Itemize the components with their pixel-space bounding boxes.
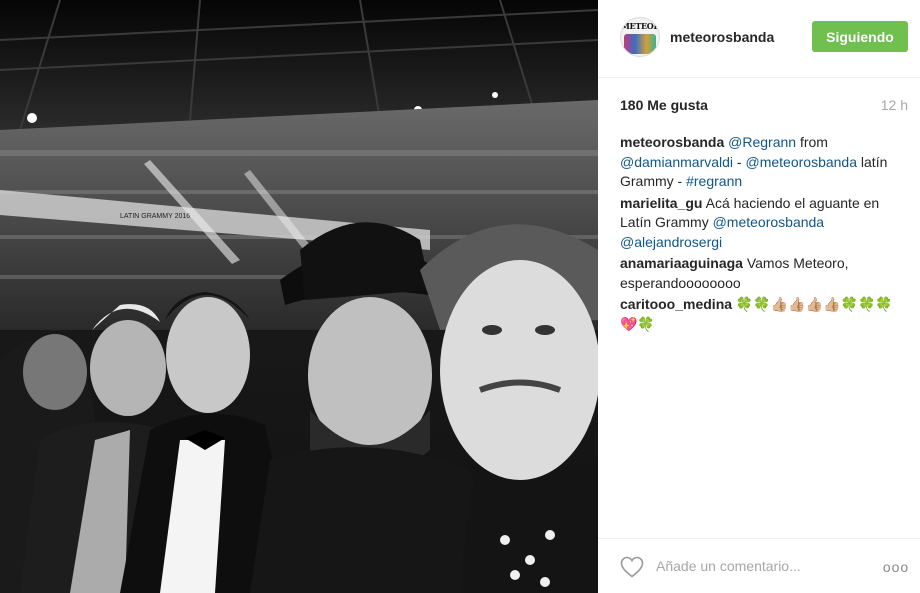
comment-username[interactable]: marielita_gu — [620, 195, 702, 211]
post-timestamp[interactable]: 12 h — [881, 97, 908, 113]
more-options-icon[interactable]: ooo — [882, 555, 910, 579]
post-header: METEORO meteorosbanda Siguiendo — [598, 0, 920, 78]
follow-button[interactable]: Siguiendo — [812, 21, 908, 52]
comment-mention-link[interactable]: @meteorosbanda — [746, 154, 858, 170]
comment-item: caritooo_medina 🍀🍀👍🏼👍🏼👍🏼👍🏼🍀🍀🍀💖🍀 — [620, 295, 910, 334]
banner-text: LATIN GRAMMY 2016 — [120, 213, 190, 220]
comment-mention-link[interactable]: @alejandrosergi — [620, 234, 722, 250]
comment-mention-link[interactable]: @meteorosbanda — [713, 214, 825, 230]
comment-mention-link[interactable]: @Regrann — [728, 134, 796, 150]
comment-item: anamariaaguinaga Vamos Meteoro, esperand… — [620, 254, 910, 293]
comment-username[interactable]: anamariaaguinaga — [620, 255, 743, 271]
likes-count[interactable]: 180 Me gusta — [620, 97, 708, 113]
post-side-panel: METEORO meteorosbanda Siguiendo 180 Me g… — [598, 0, 920, 593]
comment-item: meteorosbanda @Regrann from @damianmarva… — [620, 133, 910, 192]
comments-list: meteorosbanda @Regrann from @damianmarva… — [620, 133, 910, 336]
comment-username[interactable]: meteorosbanda — [620, 134, 724, 150]
post-username[interactable]: meteorosbanda — [670, 29, 774, 45]
comment-username[interactable]: caritooo_medina — [620, 296, 732, 312]
heart-outline-icon[interactable] — [620, 556, 644, 578]
avatar-band-image — [624, 34, 656, 54]
photo-image: LATIN GRAMMY 2016 — [0, 0, 598, 593]
comment-input[interactable] — [656, 553, 868, 579]
post-photo[interactable]: LATIN GRAMMY 2016 — [0, 0, 598, 593]
comment-text: - — [733, 153, 746, 170]
comment-text: from — [796, 134, 828, 150]
comment-item: marielita_gu Acá haciendo el aguante en … — [620, 194, 910, 253]
comment-mention-link[interactable]: @damianmarvaldi — [620, 154, 733, 170]
avatar[interactable]: METEORO — [620, 17, 660, 57]
comment-mention-link[interactable]: #regrann — [686, 173, 742, 189]
avatar-logo-text: METEORO — [621, 21, 660, 31]
post-footer: ooo — [598, 538, 920, 593]
